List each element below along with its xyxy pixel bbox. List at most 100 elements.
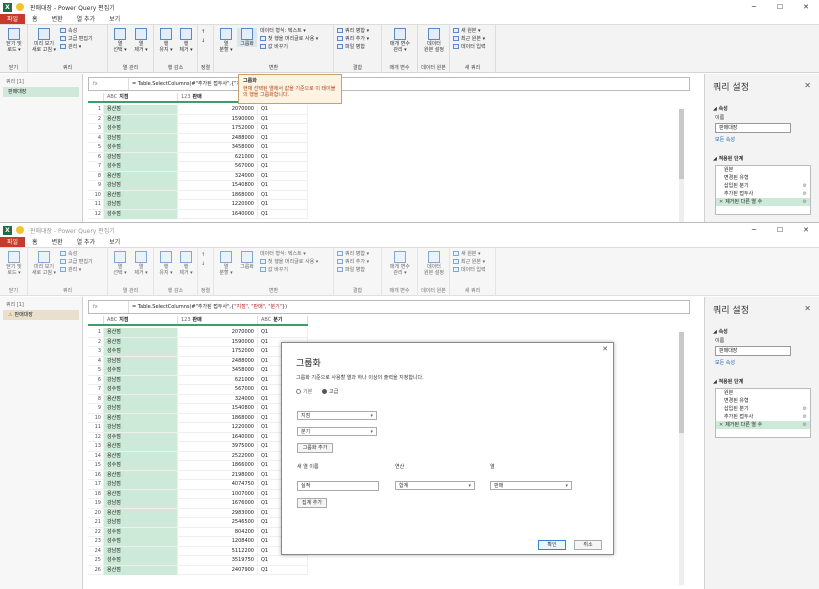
cell-sales[interactable]: 1220000 [178,200,258,209]
cell-branch[interactable]: 용산점 [104,337,178,347]
recent-sources-button[interactable]: 최근 원본 ▾ [453,36,485,43]
tab-view[interactable]: 보기 [102,237,127,247]
operation-select[interactable]: 합계 ▾ [395,481,475,490]
maximize-icon[interactable]: ☐ [767,0,793,14]
combine-files-button[interactable]: 파일 병합 [337,44,365,51]
cell-branch[interactable]: 성수점 [104,385,178,394]
formula-bar[interactable]: fx = Table.SelectColumns(#"추가된 접두사",{"지점"… [88,77,690,91]
cell-sales[interactable]: 804200 [178,527,258,537]
cell-branch[interactable]: 성수점 [104,162,178,171]
enter-data-button[interactable]: 데이터 입력 [453,267,486,274]
keep-rows-button[interactable]: 행 유지 ▾ [156,251,176,276]
cell-sales[interactable]: 324000 [178,171,258,181]
cell-branch[interactable]: 용산점 [104,442,178,451]
step-item[interactable]: 변경된 유형 [716,397,810,405]
cell-sales[interactable]: 2488000 [178,356,258,366]
remove-rows-button[interactable]: 행 제거 ▾ [176,28,196,53]
cell-branch[interactable]: 강남점 [104,546,178,556]
cell-branch[interactable]: 성수점 [104,366,178,375]
cell-sales[interactable]: 1208400 [178,537,258,546]
scroll-thumb[interactable] [679,332,684,434]
cell-branch[interactable]: 성수점 [104,537,178,546]
column-header-sales[interactable]: 123 판매 [178,316,258,324]
cell-branch[interactable]: 용산점 [104,470,178,480]
cell-sales[interactable]: 621000 [178,375,258,385]
row-number[interactable]: 26 [88,565,104,575]
radio-advanced[interactable]: 고급 [322,388,338,395]
maximize-icon[interactable]: ☐ [767,223,793,237]
cell-sales[interactable]: 1540800 [178,181,258,190]
new-source-button[interactable]: 새 원본 ▾ [453,28,481,35]
close-icon[interactable]: ✕ [804,81,811,90]
sort-desc-icon[interactable]: ↓ [201,261,205,268]
cell-quarter[interactable]: Q1 [261,135,268,141]
cell-sales[interactable]: 3519750 [178,556,258,565]
cell-branch[interactable]: 용산점 [104,190,178,200]
group-column-select-1[interactable]: 지점 ▾ [297,411,377,420]
cell-quarter[interactable]: Q1 [261,182,268,188]
cell-sales[interactable]: 567000 [178,385,258,394]
minimize-icon[interactable]: ─ [741,0,767,14]
row-number[interactable]: 10 [88,190,104,200]
use-first-row-button[interactable]: 첫 행을 머리글로 사용 ▾ [260,259,318,266]
cell-branch[interactable]: 강남점 [104,200,178,209]
cell-sales[interactable]: 3975000 [178,442,258,451]
tab-transform[interactable]: 변환 [45,14,70,24]
row-number[interactable]: 6 [88,375,104,385]
close-icon[interactable]: ✕ [602,345,608,353]
cell-branch[interactable]: 강남점 [104,152,178,162]
group-column-select-2[interactable]: 분기 ▾ [297,427,377,436]
cell-sales[interactable]: 1868000 [178,413,258,423]
step-item-selected[interactable]: ✕ 제거된 다른 열 수 ⚙ [716,421,810,429]
close-load-button[interactable]: 닫기 및 로드 ▾ [2,251,26,276]
recent-sources-button[interactable]: 최근 원본 ▾ [453,259,485,266]
replace-values-button[interactable]: 값 바꾸기 [260,267,288,274]
row-number[interactable]: 22 [88,527,104,537]
gear-icon[interactable]: ⚙ [803,190,807,198]
cell-quarter[interactable]: Q1 [261,144,268,150]
sort-asc-icon[interactable]: ↑ [201,252,205,259]
close-icon[interactable]: ✕ [804,304,811,313]
cell-quarter[interactable]: Q1 [261,201,268,207]
name-input[interactable]: 판매대장 [715,123,791,133]
gear-icon[interactable]: ⚙ [803,198,807,206]
cell-sales[interactable]: 1752000 [178,124,258,133]
query-item[interactable]: ⚠ 판매대장 [3,310,79,320]
split-column-button[interactable]: 열 분할 ▾ [216,28,236,53]
tab-transform[interactable]: 변환 [45,237,70,247]
cell-sales[interactable]: 2070000 [178,328,258,337]
advanced-editor-button[interactable]: 고급 편집기 [60,259,93,266]
manage-params-button[interactable]: 매개 변수 관리 ▾ [385,251,415,276]
row-number[interactable]: 8 [88,171,104,181]
ok-button[interactable]: 확인 [538,540,566,550]
step-item[interactable]: 변경된 유형 [716,174,810,182]
smiley-icon[interactable] [16,226,24,234]
cell-sales[interactable]: 1640000 [178,432,258,442]
sort-asc-icon[interactable]: ↑ [201,29,205,36]
applied-steps-section[interactable]: ◢ 적용된 단계 [713,155,819,162]
row-number[interactable]: 5 [88,143,104,152]
tab-add-column[interactable]: 열 추가 [70,14,102,24]
cell-branch[interactable]: 용산점 [104,105,178,114]
cell-sales[interactable]: 2070000 [178,105,258,114]
gear-icon[interactable]: ⚙ [803,413,807,421]
cell-branch[interactable]: 성수점 [104,143,178,152]
row-number[interactable]: 10 [88,413,104,423]
cell-branch[interactable]: 용산점 [104,413,178,423]
gear-icon[interactable]: ⚙ [803,405,807,413]
row-number[interactable]: 21 [88,518,104,527]
cell-branch[interactable]: 강남점 [104,423,178,432]
cell-quarter[interactable]: Q1 [258,565,308,575]
cell-sales[interactable]: 2488000 [178,133,258,143]
delete-step-icon[interactable]: ✕ [719,199,723,205]
cell-branch[interactable]: 성수점 [104,432,178,442]
row-number[interactable]: 3 [88,124,104,133]
advanced-editor-button[interactable]: 고급 편집기 [60,36,93,43]
cell-branch[interactable]: 성수점 [104,556,178,565]
cell-sales[interactable]: 3458000 [178,366,258,375]
column-header-quarter[interactable]: ABC 분기 [258,316,308,324]
add-aggregation-button[interactable]: 집계 추가 [297,498,327,508]
cell-sales[interactable]: 2983000 [178,508,258,518]
radio-basic[interactable]: 기본 [296,388,312,395]
cell-branch[interactable]: 강남점 [104,356,178,366]
